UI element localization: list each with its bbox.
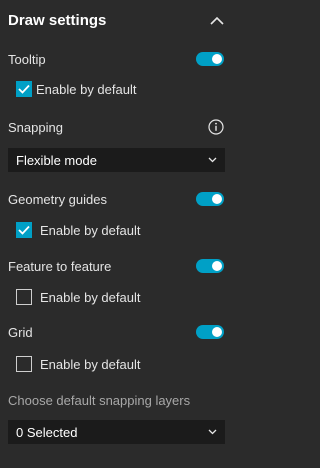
chevron-down-icon	[208, 157, 217, 163]
info-icon[interactable]	[208, 119, 224, 135]
geometry-guides-enable-row: Enable by default	[0, 221, 244, 239]
tooltip-row: Tooltip	[0, 50, 244, 68]
geometry-guides-enable-checkbox[interactable]	[16, 222, 32, 238]
feature-to-feature-enable-row: Enable by default	[0, 288, 244, 306]
toggle-knob	[212, 327, 222, 337]
panel-title: Draw settings	[8, 11, 107, 29]
grid-toggle[interactable]	[196, 325, 224, 339]
tooltip-toggle[interactable]	[196, 52, 224, 66]
tooltip-label: Tooltip	[8, 51, 46, 67]
grid-enable-checkbox[interactable]	[16, 356, 32, 372]
grid-enable-row: Enable by default	[0, 355, 244, 373]
tooltip-enable-row: Enable by default	[0, 80, 244, 98]
collapse-button[interactable]	[208, 11, 226, 29]
checkmark-icon	[18, 84, 30, 94]
tooltip-enable-checkbox[interactable]	[16, 81, 32, 97]
grid-enable-label: Enable by default	[40, 356, 141, 372]
feature-to-feature-toggle[interactable]	[196, 259, 224, 273]
tooltip-enable-label: Enable by default	[36, 81, 137, 97]
snapping-layers-value: 0 Selected	[16, 424, 78, 440]
geometry-guides-enable-label: Enable by default	[40, 222, 141, 238]
snapping-layers-label: Choose default snapping layers	[8, 392, 191, 408]
snapping-layers-select[interactable]: 0 Selected	[8, 420, 225, 444]
feature-to-feature-enable-checkbox[interactable]	[16, 289, 32, 305]
feature-to-feature-enable-label: Enable by default	[40, 289, 141, 305]
toggle-knob	[212, 194, 222, 204]
geometry-guides-label: Geometry guides	[8, 191, 107, 207]
geometry-guides-toggle[interactable]	[196, 192, 224, 206]
feature-to-feature-label: Feature to feature	[8, 258, 112, 274]
geometry-guides-row: Geometry guides	[0, 190, 244, 208]
panel-header: Draw settings	[0, 0, 244, 40]
snapping-label: Snapping	[8, 119, 63, 135]
toggle-knob	[212, 54, 222, 64]
snapping-layers-row: Choose default snapping layers	[0, 391, 244, 409]
snapping-mode-value: Flexible mode	[16, 152, 97, 168]
grid-row: Grid	[0, 323, 244, 341]
chevron-down-icon	[208, 429, 217, 435]
grid-label: Grid	[8, 324, 33, 340]
snapping-row: Snapping	[0, 118, 244, 136]
checkmark-icon	[18, 225, 30, 235]
draw-settings-panel: Draw settings Tooltip Enable by default …	[0, 0, 244, 468]
toggle-knob	[212, 261, 222, 271]
feature-to-feature-row: Feature to feature	[0, 257, 244, 275]
snapping-mode-select[interactable]: Flexible mode	[8, 148, 225, 172]
chevron-up-icon	[210, 16, 224, 25]
